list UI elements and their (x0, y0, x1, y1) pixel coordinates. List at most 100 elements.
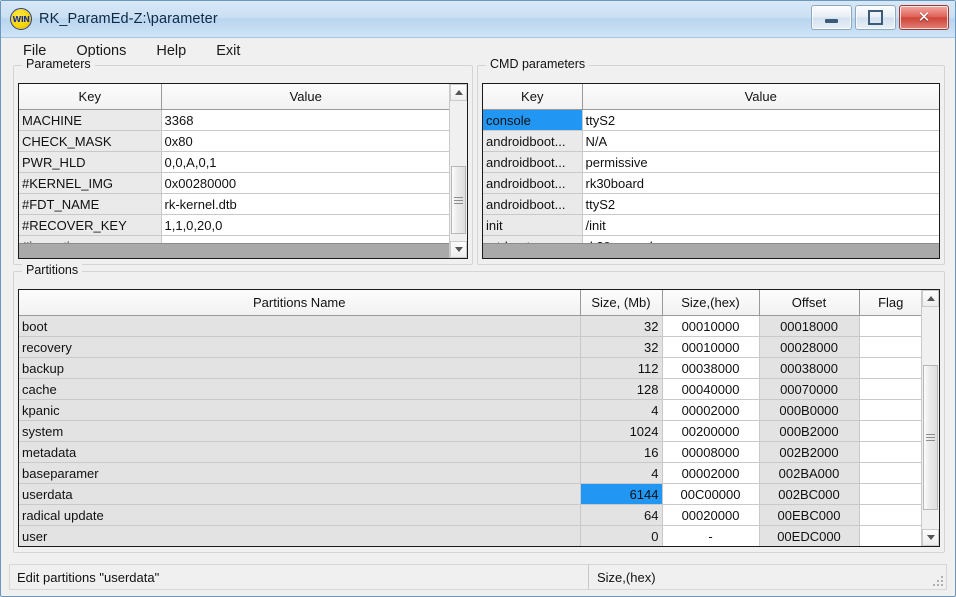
scroll-down-icon[interactable] (922, 529, 939, 546)
col-header-value[interactable]: Value (582, 84, 939, 110)
cell-flag[interactable] (859, 462, 922, 484)
cell-partition-name[interactable]: userdata (19, 483, 581, 505)
cell-size-mb[interactable]: 16 (580, 441, 663, 463)
scroll-up-icon[interactable] (450, 84, 467, 101)
cell-offset[interactable]: 00EBC000 (759, 504, 860, 526)
cell-key[interactable]: PWR_HLD (19, 151, 162, 173)
cell-key[interactable]: androidboot... (483, 130, 583, 152)
cell-size-mb[interactable]: 32 (580, 315, 663, 337)
col-header-offset[interactable]: Offset (759, 290, 860, 316)
cell-value[interactable]: /init (582, 214, 939, 236)
cell-value[interactable]: ttyS2 (582, 193, 939, 215)
table-row[interactable]: userdata 6144 00C00000 002BC000 (19, 483, 922, 505)
scroll-thumb[interactable] (923, 365, 938, 510)
col-header-key[interactable]: Key (483, 84, 583, 110)
cell-size-hex[interactable]: 00040000 (662, 378, 760, 400)
table-row[interactable]: #RECOVER_KEY 1,1,0,20,0 (19, 214, 450, 236)
table-row[interactable]: androidboot... permissive (483, 151, 939, 173)
cell-offset[interactable]: 00EDC000 (759, 525, 860, 546)
cell-key[interactable]: console (483, 109, 583, 131)
cell-value[interactable]: 1,1,0,20,0 (161, 214, 450, 236)
cell-size-mb[interactable]: 6144 (580, 483, 663, 505)
table-row[interactable]: recovery 32 00010000 00028000 (19, 336, 922, 358)
cell-partition-name[interactable]: recovery (19, 336, 581, 358)
cell-offset[interactable]: 00038000 (759, 357, 860, 379)
table-row[interactable]: androidboot... rk30board (483, 172, 939, 194)
menu-help[interactable]: Help (156, 43, 186, 59)
cell-size-hex[interactable]: 00010000 (662, 315, 760, 337)
minimize-button[interactable] (811, 5, 852, 30)
col-header-partitions-name[interactable]: Partitions Name (19, 290, 581, 316)
cell-flag[interactable] (859, 420, 922, 442)
cell-size-mb[interactable]: 32 (580, 336, 663, 358)
cell-size-mb[interactable]: 112 (580, 357, 663, 379)
cell-flag[interactable] (859, 357, 922, 379)
table-row[interactable]: #KERNEL_IMG 0x00280000 (19, 172, 450, 194)
cell-partition-name[interactable]: radical update (19, 504, 581, 526)
cell-partition-name[interactable]: system (19, 420, 581, 442)
partitions-vscrollbar[interactable] (921, 290, 939, 546)
cell-offset[interactable]: 002BC000 (759, 483, 860, 505)
col-header-size-mb[interactable]: Size, (Mb) (580, 290, 663, 316)
table-row[interactable]: #FDT_NAME rk-kernel.dtb (19, 193, 450, 215)
col-header-key[interactable]: Key (19, 84, 162, 110)
table-row[interactable]: androidboot... ttyS2 (483, 193, 939, 215)
table-row[interactable]: user 0-00EDC000 (19, 525, 922, 546)
cell-flag[interactable] (859, 315, 922, 337)
cell-value[interactable]: 0x80 (161, 130, 450, 152)
cell-partition-name[interactable]: baseparamer (19, 462, 581, 484)
cell-flag[interactable] (859, 399, 922, 421)
cell-offset[interactable]: 000B2000 (759, 420, 860, 442)
table-row[interactable]: radical update 64 00020000 00EBC000 (19, 504, 922, 526)
cell-value[interactable]: rk30board (582, 172, 939, 194)
cell-size-hex[interactable]: - (662, 525, 760, 546)
cell-key[interactable]: #RECOVER_KEY (19, 214, 162, 236)
cell-value[interactable]: rk-kernel.dtb (161, 193, 450, 215)
cell-value[interactable]: N/A (582, 130, 939, 152)
menu-exit[interactable]: Exit (216, 43, 240, 59)
cell-partition-name[interactable]: metadata (19, 441, 581, 463)
table-row[interactable]: boot 32 00010000 00018000 (19, 315, 922, 337)
cell-value[interactable]: permissive (582, 151, 939, 173)
scroll-down-icon[interactable] (450, 241, 467, 258)
scroll-up-icon[interactable] (922, 290, 939, 307)
cell-size-hex[interactable]: 00C00000 (662, 483, 760, 505)
table-row[interactable]: MACHINE 3368 (19, 109, 450, 131)
cell-size-hex[interactable]: 00020000 (662, 504, 760, 526)
parameters-grid[interactable]: Key Value MACHINE 3368 CHECK_MASK 0x80 PWR_H… (18, 83, 468, 259)
cell-offset[interactable]: 00018000 (759, 315, 860, 337)
cell-partition-name[interactable]: user (19, 525, 581, 546)
cell-size-mb[interactable]: 64 (580, 504, 663, 526)
cell-offset[interactable]: 002B2000 (759, 441, 860, 463)
cell-flag[interactable] (859, 441, 922, 463)
cell-size-hex[interactable]: 00038000 (662, 357, 760, 379)
maximize-button[interactable] (855, 5, 896, 30)
cell-key[interactable]: #FDT_NAME (19, 193, 162, 215)
cell-key[interactable]: androidboot... (483, 193, 583, 215)
cmd-parameters-grid[interactable]: Key Value console ttyS2 androidboot... N/A a… (482, 83, 940, 259)
table-row[interactable]: system 1024 00200000 000B2000 (19, 420, 922, 442)
cell-offset[interactable]: 00070000 (759, 378, 860, 400)
table-row[interactable]: cache 128 00040000 00070000 (19, 378, 922, 400)
cell-partition-name[interactable]: boot (19, 315, 581, 337)
cell-partition-name[interactable]: cache (19, 378, 581, 400)
cell-key[interactable]: androidboot... (483, 151, 583, 173)
cell-value[interactable]: 0x00280000 (161, 172, 450, 194)
table-row[interactable]: baseparamer 4 00002000 002BA000 (19, 462, 922, 484)
table-row[interactable]: backup 112 00038000 00038000 (19, 357, 922, 379)
partitions-grid[interactable]: Partitions Name Size, (Mb) Size,(hex) Of… (18, 289, 940, 547)
table-row[interactable]: kpanic 4 00002000 000B0000 (19, 399, 922, 421)
cell-size-hex[interactable]: 00200000 (662, 420, 760, 442)
table-row[interactable]: CHECK_MASK 0x80 (19, 130, 450, 152)
cell-partition-name[interactable]: kpanic (19, 399, 581, 421)
cell-size-hex[interactable]: 00008000 (662, 441, 760, 463)
table-row[interactable]: console ttyS2 (483, 109, 939, 131)
cell-offset[interactable]: 00028000 (759, 336, 860, 358)
cell-size-mb[interactable]: 4 (580, 462, 663, 484)
cell-key[interactable]: CHECK_MASK (19, 130, 162, 152)
scroll-thumb[interactable] (451, 166, 466, 234)
cell-value[interactable]: ttyS2 (582, 109, 939, 131)
col-header-size-hex[interactable]: Size,(hex) (662, 290, 760, 316)
cell-size-hex[interactable]: 00002000 (662, 462, 760, 484)
cell-size-mb[interactable]: 4 (580, 399, 663, 421)
